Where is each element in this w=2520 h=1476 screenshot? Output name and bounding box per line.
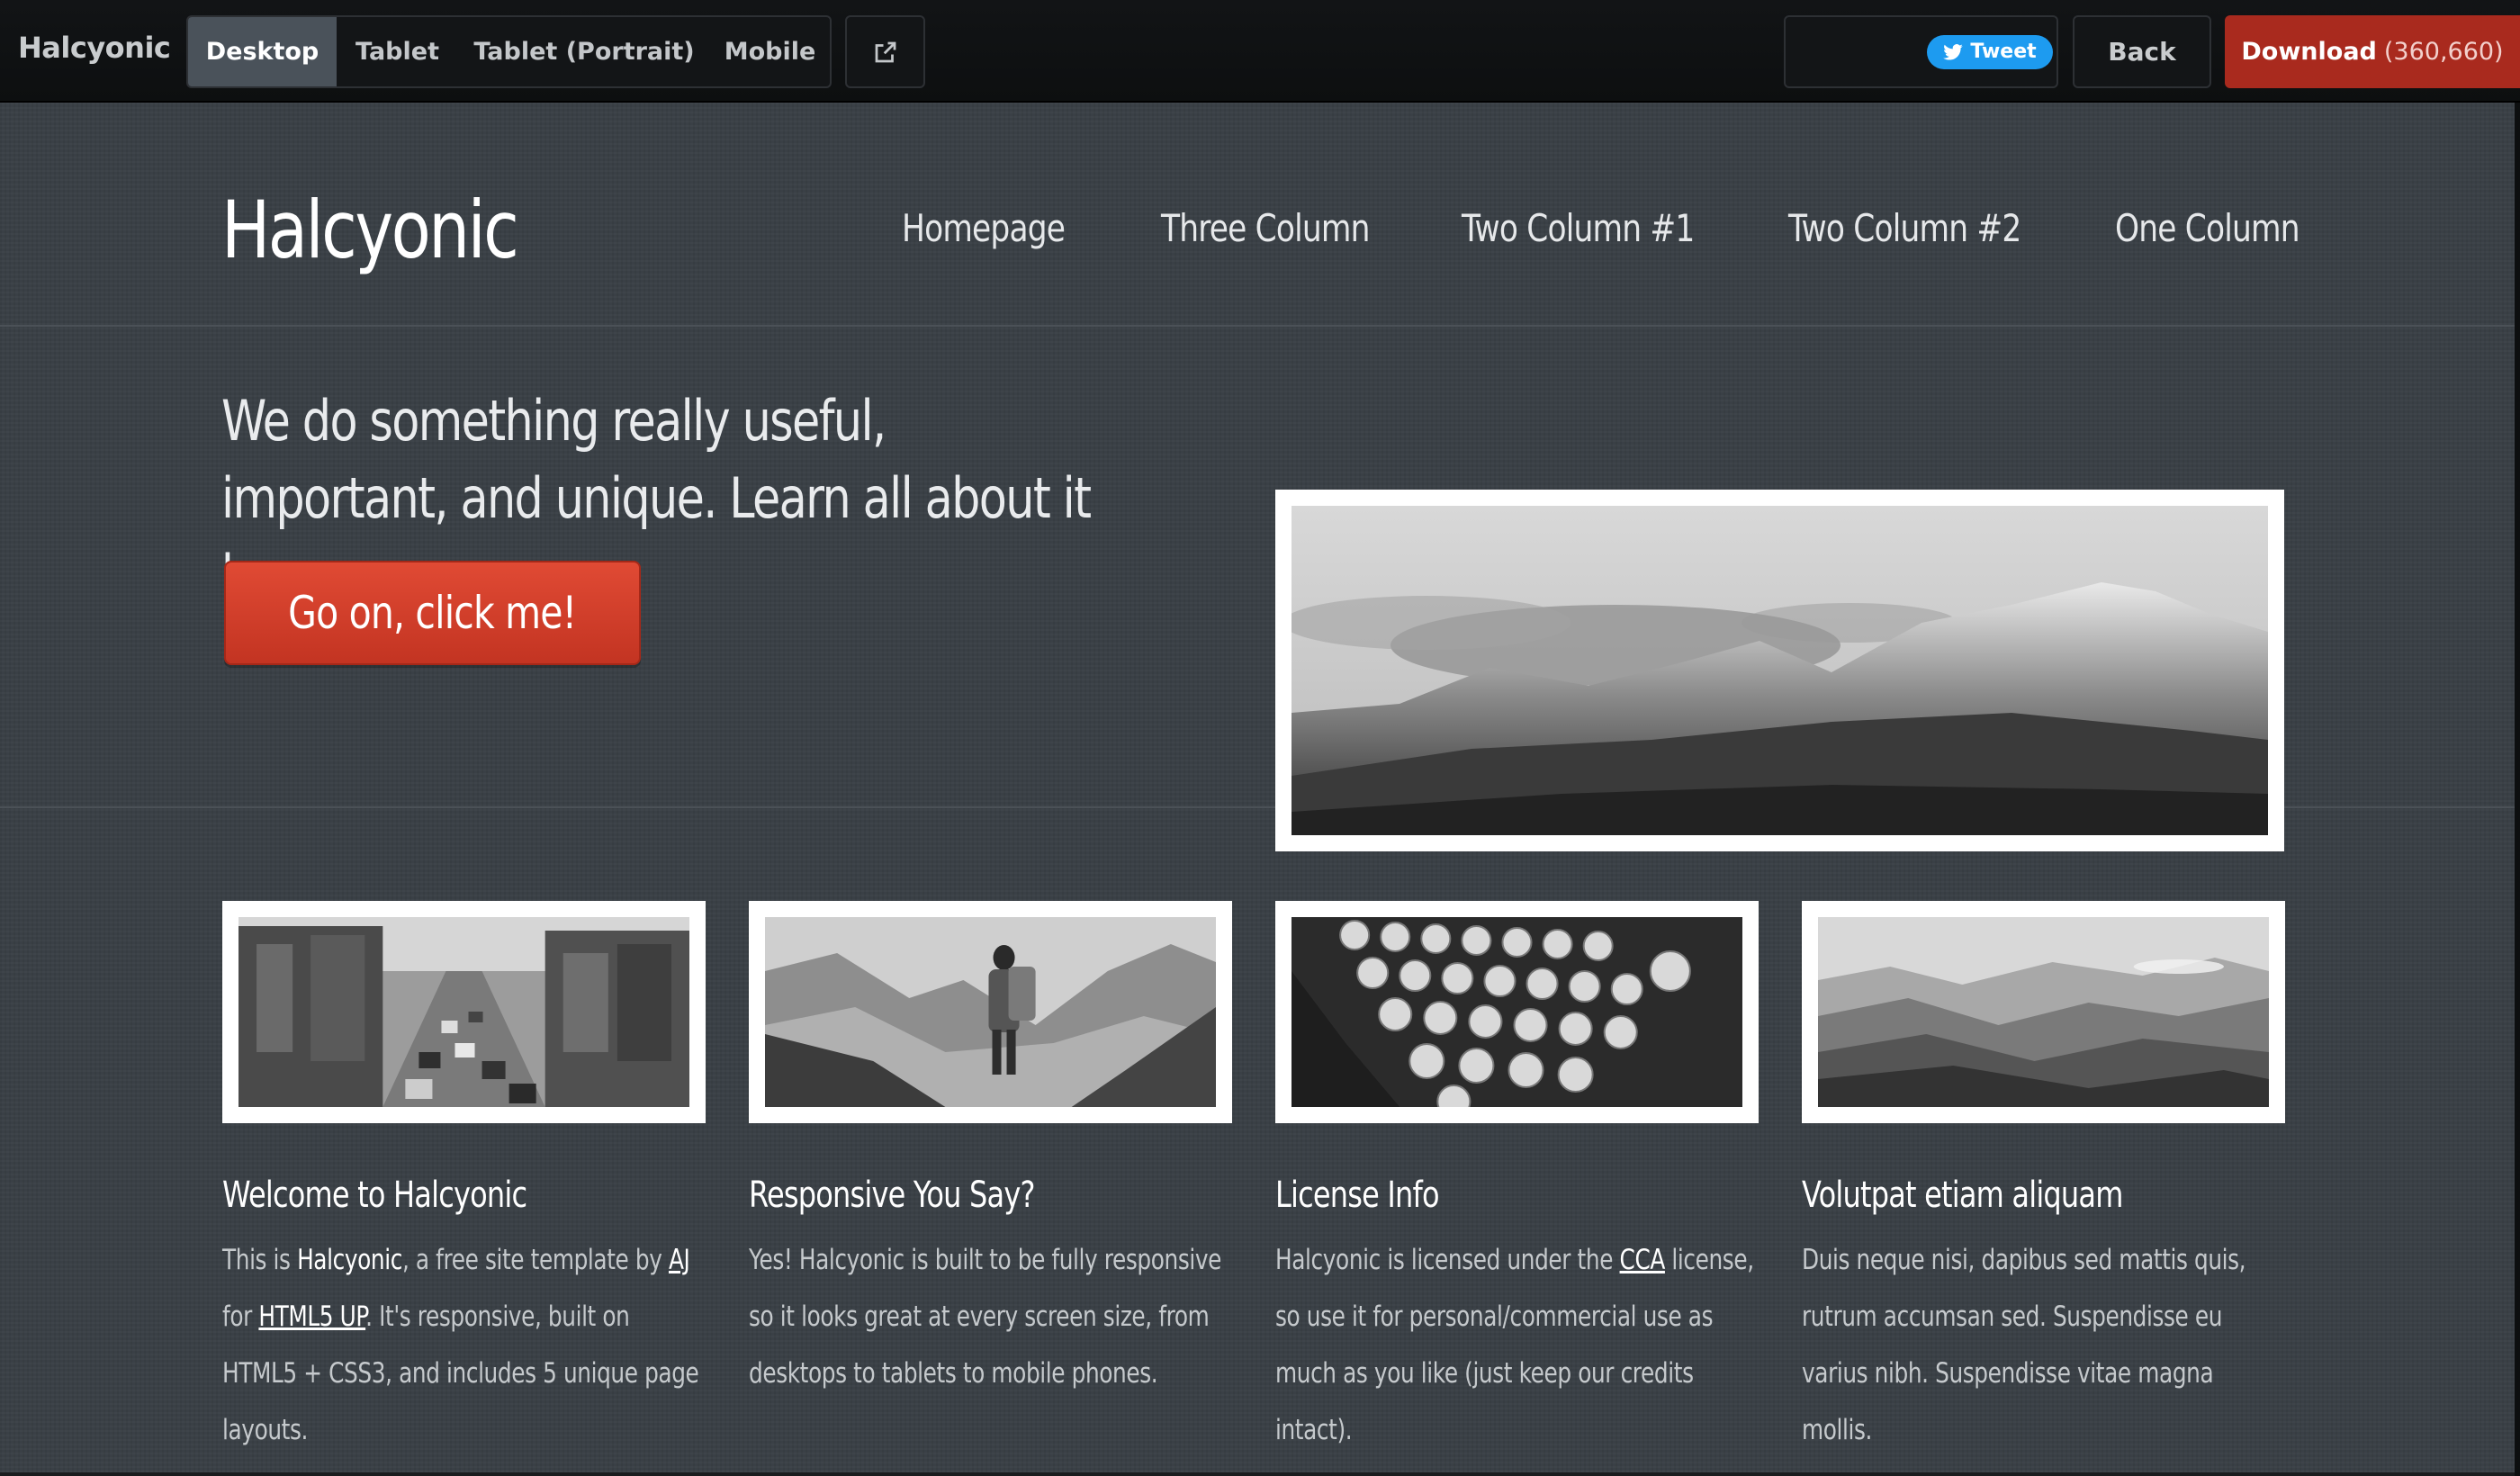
hiker-image (765, 917, 1216, 1107)
device-tablet-portrait-button[interactable]: Tablet (Portrait) (458, 17, 710, 86)
city-street-image (238, 917, 689, 1107)
open-external-button[interactable] (845, 15, 925, 88)
back-button[interactable]: Back (2073, 15, 2211, 88)
body-text: Halcyonic is licensed under the (1275, 1244, 1620, 1276)
tweet-label: Tweet (1970, 40, 2037, 63)
cta-label: Go on, click me! (288, 587, 577, 639)
body-text: for (222, 1300, 259, 1333)
banner: We do something really useful, important… (0, 328, 2515, 851)
feature-title: License Info (1275, 1174, 1440, 1216)
device-switcher: Desktop Tablet Tablet (Portrait) Mobile (186, 15, 832, 88)
feature-thumb-city[interactable] (222, 901, 706, 1123)
body-text: , a free site template by (401, 1244, 669, 1276)
hero-image (1275, 490, 2284, 851)
feature-thumb-valley[interactable] (1802, 901, 2285, 1123)
typewriter-image (1292, 917, 1742, 1107)
body-text: Duis neque nisi, dapibus sed mattis quis… (1802, 1244, 2246, 1446)
site-logo[interactable]: Halcyonic (221, 184, 519, 276)
feature-card: Responsive You Say? Yes! Halcyonic is bu… (749, 901, 1232, 1402)
author-link[interactable]: AJ (669, 1244, 690, 1276)
feature-thumb-hiker[interactable] (749, 901, 1232, 1123)
license-link[interactable]: CCA (1620, 1244, 1666, 1276)
download-button[interactable]: Download (360,660) (2225, 15, 2520, 88)
nav-two-column-2[interactable]: Two Column #2 (1788, 206, 2021, 250)
valley-image (1818, 917, 2269, 1107)
cta-button[interactable]: Go on, click me! (224, 561, 641, 665)
feature-body: Halcyonic is licensed under the CCA lice… (1275, 1232, 1758, 1459)
back-label: Back (2108, 37, 2176, 67)
feature-title: Responsive You Say? (749, 1174, 1035, 1216)
external-link-icon (875, 41, 896, 62)
site-header: Halcyonic Homepage Three Column Two Colu… (0, 103, 2515, 327)
mountain-image (1282, 506, 2268, 835)
feature-card: Welcome to Halcyonic This is Halcyonic, … (222, 901, 706, 1459)
feature-thumb-typewriter[interactable] (1275, 901, 1759, 1123)
feature-title: Welcome to Halcyonic (222, 1174, 527, 1216)
feature-body: Duis neque nisi, dapibus sed mattis quis… (1802, 1232, 2284, 1459)
bird-icon (1943, 43, 1964, 60)
tweet-box: Tweet (1784, 15, 2058, 88)
download-label: Download (2241, 38, 2377, 66)
download-count: (360,660) (2383, 38, 2504, 66)
body-text: This is (222, 1244, 298, 1276)
html5up-link[interactable]: HTML5 UP (258, 1300, 365, 1333)
nav-homepage[interactable]: Homepage (902, 206, 1066, 250)
nav-two-column-1[interactable]: Two Column #1 (1462, 206, 1695, 250)
device-mobile-button[interactable]: Mobile (710, 17, 830, 86)
nav-one-column[interactable]: One Column (2115, 206, 2300, 250)
features-section: Welcome to Halcyonic This is Halcyonic, … (0, 809, 2515, 1472)
body-text: Yes! Halcyonic is built to be fully resp… (749, 1244, 1222, 1390)
preview-toolbar: Halcyonic Desktop Tablet Tablet (Portrai… (0, 0, 2520, 103)
feature-body: This is Halcyonic, a free site template … (222, 1232, 705, 1459)
tweet-button[interactable]: Tweet (1927, 34, 2053, 69)
toolbar-brand[interactable]: Halcyonic (18, 31, 171, 65)
site-preview: Halcyonic Homepage Three Column Two Colu… (0, 103, 2515, 1472)
feature-body: Yes! Halcyonic is built to be fully resp… (749, 1232, 1231, 1402)
feature-card: Volutpat etiam aliquam Duis neque nisi, … (1802, 901, 2285, 1459)
feature-card: License Info Halcyonic is licensed under… (1275, 901, 1759, 1459)
device-tablet-button[interactable]: Tablet (337, 17, 458, 86)
body-highlight: Halcyonic (297, 1244, 402, 1276)
feature-title: Volutpat etiam aliquam (1802, 1174, 2123, 1216)
scrollbar[interactable] (2515, 103, 2520, 1476)
nav-three-column[interactable]: Three Column (1161, 206, 1370, 250)
device-desktop-button[interactable]: Desktop (188, 17, 337, 86)
